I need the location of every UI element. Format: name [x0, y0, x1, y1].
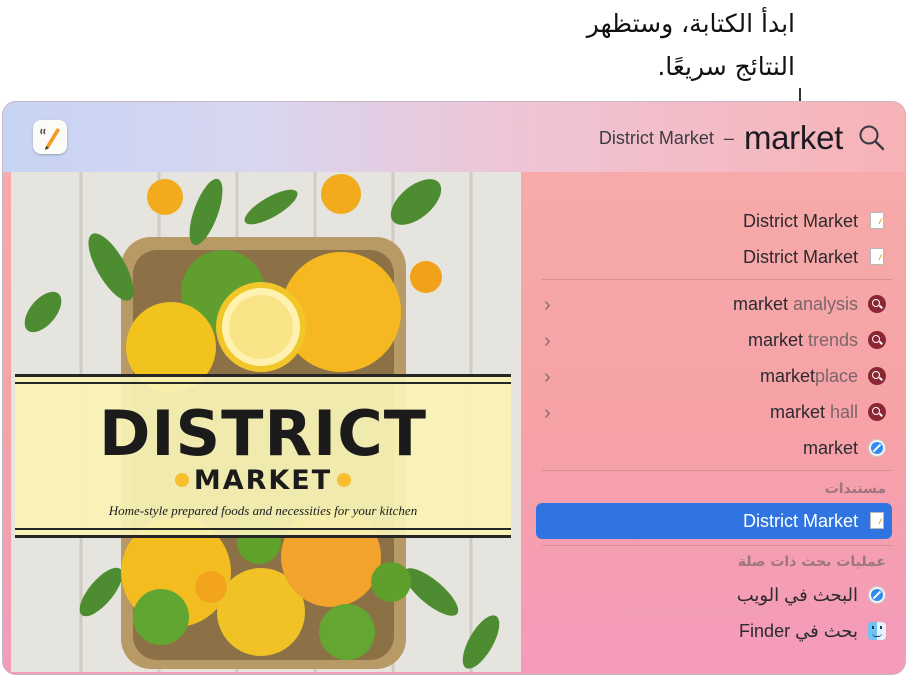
cover-title: DISTRICT [98, 397, 428, 470]
divider [542, 470, 892, 471]
web-suggestion[interactable]: market [536, 430, 892, 466]
result-label: بحث في Finder [739, 620, 858, 641]
suggestion-completion: analysis [787, 293, 858, 314]
documents-section-header: مستندات [824, 481, 886, 497]
suggestion-match: market [747, 329, 803, 350]
finder-icon [868, 622, 886, 640]
cover-tagline: Home-style prepared foods and necessitie… [108, 503, 418, 518]
search-field[interactable]: District Market – market [599, 116, 887, 160]
search-suggestion-icon [868, 367, 886, 385]
result-label: البحث في الويب [736, 584, 858, 605]
search-bar[interactable]: District Market – market [3, 102, 905, 172]
search-hint-separator: – [723, 127, 734, 148]
suggestion-completion: trends [802, 329, 858, 350]
search-finder-result[interactable]: بحث في Finder [536, 613, 892, 649]
search-suggestion[interactable]: market trends ‹ [536, 322, 892, 358]
search-suggestion-icon [868, 295, 886, 313]
document-icon [870, 512, 884, 529]
suggestion-match: market [769, 401, 825, 422]
callout-line-2: النتائج سريعًا. [657, 52, 795, 81]
suggestion-completion: hall [824, 401, 858, 422]
document-icon [870, 212, 884, 229]
chevron-left-icon[interactable]: ‹ [544, 402, 551, 425]
divider [542, 279, 892, 280]
result-label: District Market [742, 510, 858, 531]
top-hit-result[interactable]: District Market [536, 203, 892, 239]
related-searches-header: عمليات بحث ذات صلة [737, 554, 886, 570]
result-label: District Market [742, 210, 858, 231]
divider [542, 545, 892, 546]
cover-title-band: DISTRICT MARKET Home-style prepared food… [15, 374, 511, 538]
suggestion-match: market [732, 293, 788, 314]
cover-subtitle: MARKET [193, 465, 333, 496]
results-list: District Market District Market market a… [536, 172, 892, 672]
result-label: District Market [742, 246, 858, 267]
safari-icon [868, 439, 886, 457]
chevron-left-icon[interactable]: ‹ [544, 366, 551, 389]
suggestion-match: market [759, 365, 815, 386]
document-result-selected[interactable]: District Market [536, 503, 892, 539]
chevron-left-icon[interactable]: ‹ [544, 330, 551, 353]
suggestion-completion: place [814, 365, 858, 386]
pages-app-icon [33, 120, 67, 154]
search-suggestion-icon [868, 331, 886, 349]
search-completion-hint: District Market [598, 127, 714, 148]
document-preview: DISTRICT MARKET Home-style prepared food… [11, 172, 521, 672]
lemon-icon [337, 473, 351, 487]
suggestion-match: market [802, 437, 858, 458]
chevron-left-icon[interactable]: ‹ [544, 294, 551, 317]
callout-line-1: ابدأ الكتابة، وستظهر [586, 9, 795, 38]
spotlight-window: District Market – market DISTRICT MARKET… [2, 101, 906, 675]
search-suggestion[interactable]: market hall ‹ [536, 394, 892, 430]
document-icon [870, 248, 884, 265]
search-suggestion[interactable]: market analysis ‹ [536, 286, 892, 322]
search-query-text[interactable]: market [744, 119, 843, 157]
callout-annotation: ابدأ الكتابة، وستظهر النتائج سريعًا. [495, 2, 795, 88]
top-hit-result[interactable]: District Market [536, 239, 892, 275]
search-suggestion[interactable]: marketplace ‹ [536, 358, 892, 394]
magnifying-glass-icon [859, 125, 885, 151]
search-web-result[interactable]: البحث في الويب [536, 577, 892, 613]
search-suggestion-icon [868, 403, 886, 421]
safari-icon [868, 586, 886, 604]
